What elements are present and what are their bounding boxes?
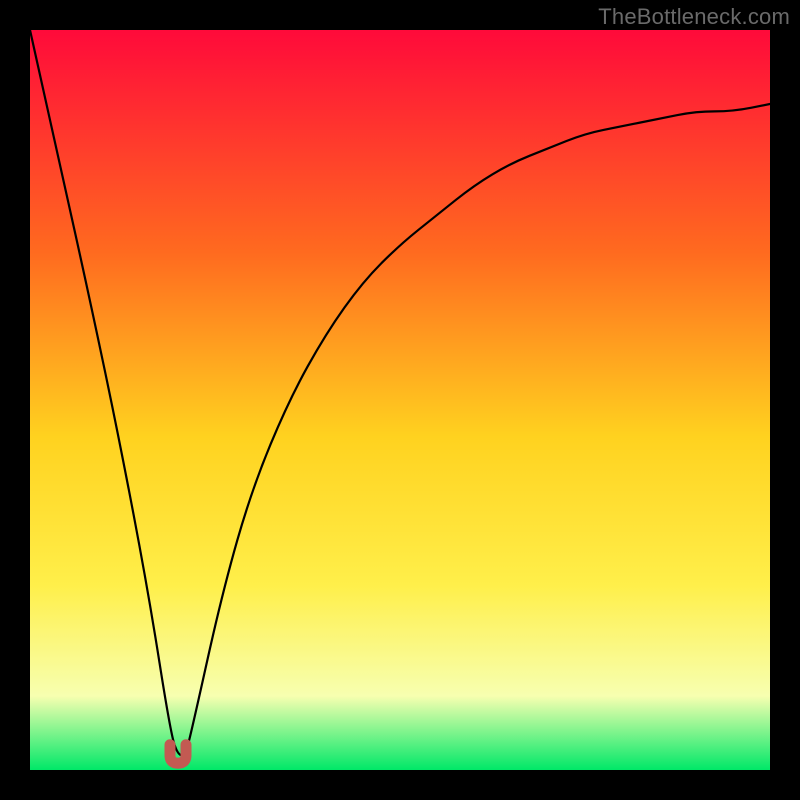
plot-area [30, 30, 770, 770]
outer-frame: TheBottleneck.com [0, 0, 800, 800]
background-gradient [30, 30, 770, 770]
watermark-text: TheBottleneck.com [598, 4, 790, 30]
